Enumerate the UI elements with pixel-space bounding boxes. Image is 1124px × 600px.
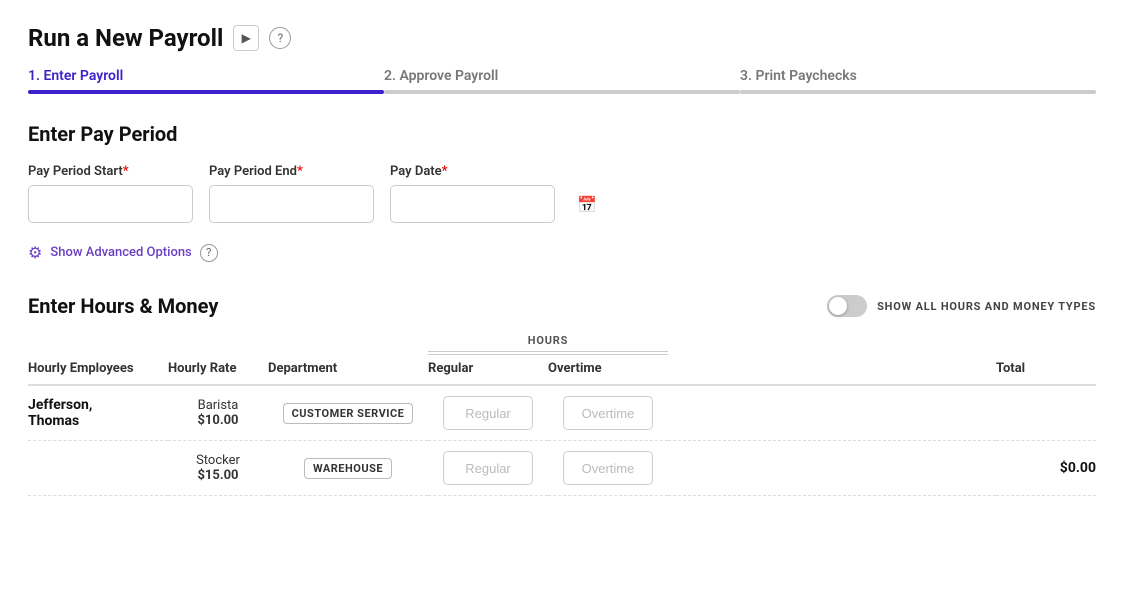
- rate-1: Barista$10.00: [168, 385, 268, 441]
- col-header-total-blank: [996, 334, 1096, 355]
- regular-cell-2[interactable]: [428, 441, 548, 496]
- calendar-icon-pay-date[interactable]: 📅: [577, 195, 597, 214]
- step-print-paychecks[interactable]: 3. Print Paychecks: [740, 68, 1096, 94]
- col-header-employee-blank: [28, 334, 168, 355]
- step-2-line: [384, 90, 740, 94]
- pay-period-end-label: Pay Period End*: [209, 164, 374, 179]
- step-1-line: [28, 90, 384, 94]
- gear-icon[interactable]: ⚙: [28, 243, 42, 262]
- help-icon-button[interactable]: ?: [269, 27, 291, 49]
- col-header-dept-blank: [268, 334, 428, 355]
- dept-badge-2: WAREHOUSE: [304, 458, 392, 479]
- employee-name-1: Jefferson,Thomas: [28, 385, 168, 441]
- step-1-label: 1. Enter Payroll: [28, 68, 384, 84]
- pay-date-input[interactable]: [401, 197, 577, 212]
- pay-period-end-input[interactable]: [220, 197, 396, 212]
- regular-cell-1[interactable]: [428, 385, 548, 441]
- step-2-label: 2. Approve Payroll: [384, 68, 740, 84]
- dept-1: CUSTOMER SERVICE: [268, 385, 428, 441]
- overtime-input-1[interactable]: [563, 396, 653, 430]
- page-wrapper: Run a New Payroll ▶ ? 1. Enter Payroll 2…: [0, 0, 1124, 520]
- pay-period-start-group: Pay Period Start* 📅: [28, 164, 193, 223]
- pay-period-start-input[interactable]: [39, 197, 215, 212]
- regular-input-2[interactable]: [443, 451, 533, 485]
- step-3-label: 3. Print Paychecks: [740, 68, 1096, 84]
- show-advanced-options-link[interactable]: Show Advanced Options: [50, 245, 191, 260]
- rate-2: Stocker$15.00: [168, 441, 268, 496]
- toggle-text: SHOW ALL HOURS AND MONEY TYPES: [877, 300, 1096, 313]
- col-header-department: Department: [268, 355, 428, 386]
- col-header-total: Total: [996, 355, 1096, 386]
- overtime-input-2[interactable]: [563, 451, 653, 485]
- pay-period-start-wrapper[interactable]: 📅: [28, 185, 193, 223]
- overtime-cell-1[interactable]: [548, 385, 668, 441]
- hours-money-header: Enter Hours & Money SHOW ALL HOURS AND M…: [28, 294, 1096, 318]
- col-header-rate-blank: [168, 334, 268, 355]
- page-header: Run a New Payroll ▶ ?: [28, 24, 1096, 52]
- hours-group-header: HOURS: [428, 334, 668, 355]
- video-icon-button[interactable]: ▶: [233, 25, 259, 51]
- regular-input-1[interactable]: [443, 396, 533, 430]
- employee-name-2: [28, 441, 168, 496]
- dept-badge-1: CUSTOMER SERVICE: [283, 403, 414, 424]
- show-all-hours-toggle[interactable]: [827, 295, 867, 317]
- advanced-help-icon[interactable]: ?: [200, 244, 218, 262]
- pay-date-wrapper[interactable]: 📅: [390, 185, 555, 223]
- payroll-table: HOURS Hourly Employees Hourly Rate Depar…: [28, 334, 1096, 496]
- pay-period-fields: Pay Period Start* 📅 Pay Period End* 📅 Pa…: [28, 164, 1096, 223]
- toggle-label: SHOW ALL HOURS AND MONEY TYPES: [827, 295, 1096, 317]
- step-bar: 1. Enter Payroll 2. Approve Payroll 3. P…: [28, 68, 1096, 94]
- pay-period-end-wrapper[interactable]: 📅: [209, 185, 374, 223]
- total-1: [996, 385, 1096, 441]
- dept-2: WAREHOUSE: [268, 441, 428, 496]
- step-enter-payroll[interactable]: 1. Enter Payroll: [28, 68, 384, 94]
- step-approve-payroll[interactable]: 2. Approve Payroll: [384, 68, 740, 94]
- col-header-rate: Hourly Rate: [168, 355, 268, 386]
- col-header-overtime: Overtime: [548, 355, 668, 386]
- pay-period-start-label: Pay Period Start*: [28, 164, 193, 179]
- overtime-cell-2[interactable]: [548, 441, 668, 496]
- hours-money-title: Enter Hours & Money: [28, 294, 218, 318]
- pay-date-label: Pay Date*: [390, 164, 555, 179]
- pay-date-group: Pay Date* 📅: [390, 164, 555, 223]
- advanced-options-row: ⚙ Show Advanced Options ?: [28, 243, 1096, 262]
- total-2: $0.00: [996, 441, 1096, 496]
- table-row: Stocker$15.00 WAREHOUSE $0.00: [28, 441, 1096, 496]
- pay-period-end-group: Pay Period End* 📅: [209, 164, 374, 223]
- col-header-employees: Hourly Employees: [28, 355, 168, 386]
- table-row: Jefferson,Thomas Barista$10.00 CUSTOMER …: [28, 385, 1096, 441]
- step-3-line: [740, 90, 1096, 94]
- page-title: Run a New Payroll: [28, 24, 223, 52]
- col-header-regular: Regular: [428, 355, 548, 386]
- hours-label: HOURS: [528, 334, 568, 347]
- pay-period-title: Enter Pay Period: [28, 122, 1096, 146]
